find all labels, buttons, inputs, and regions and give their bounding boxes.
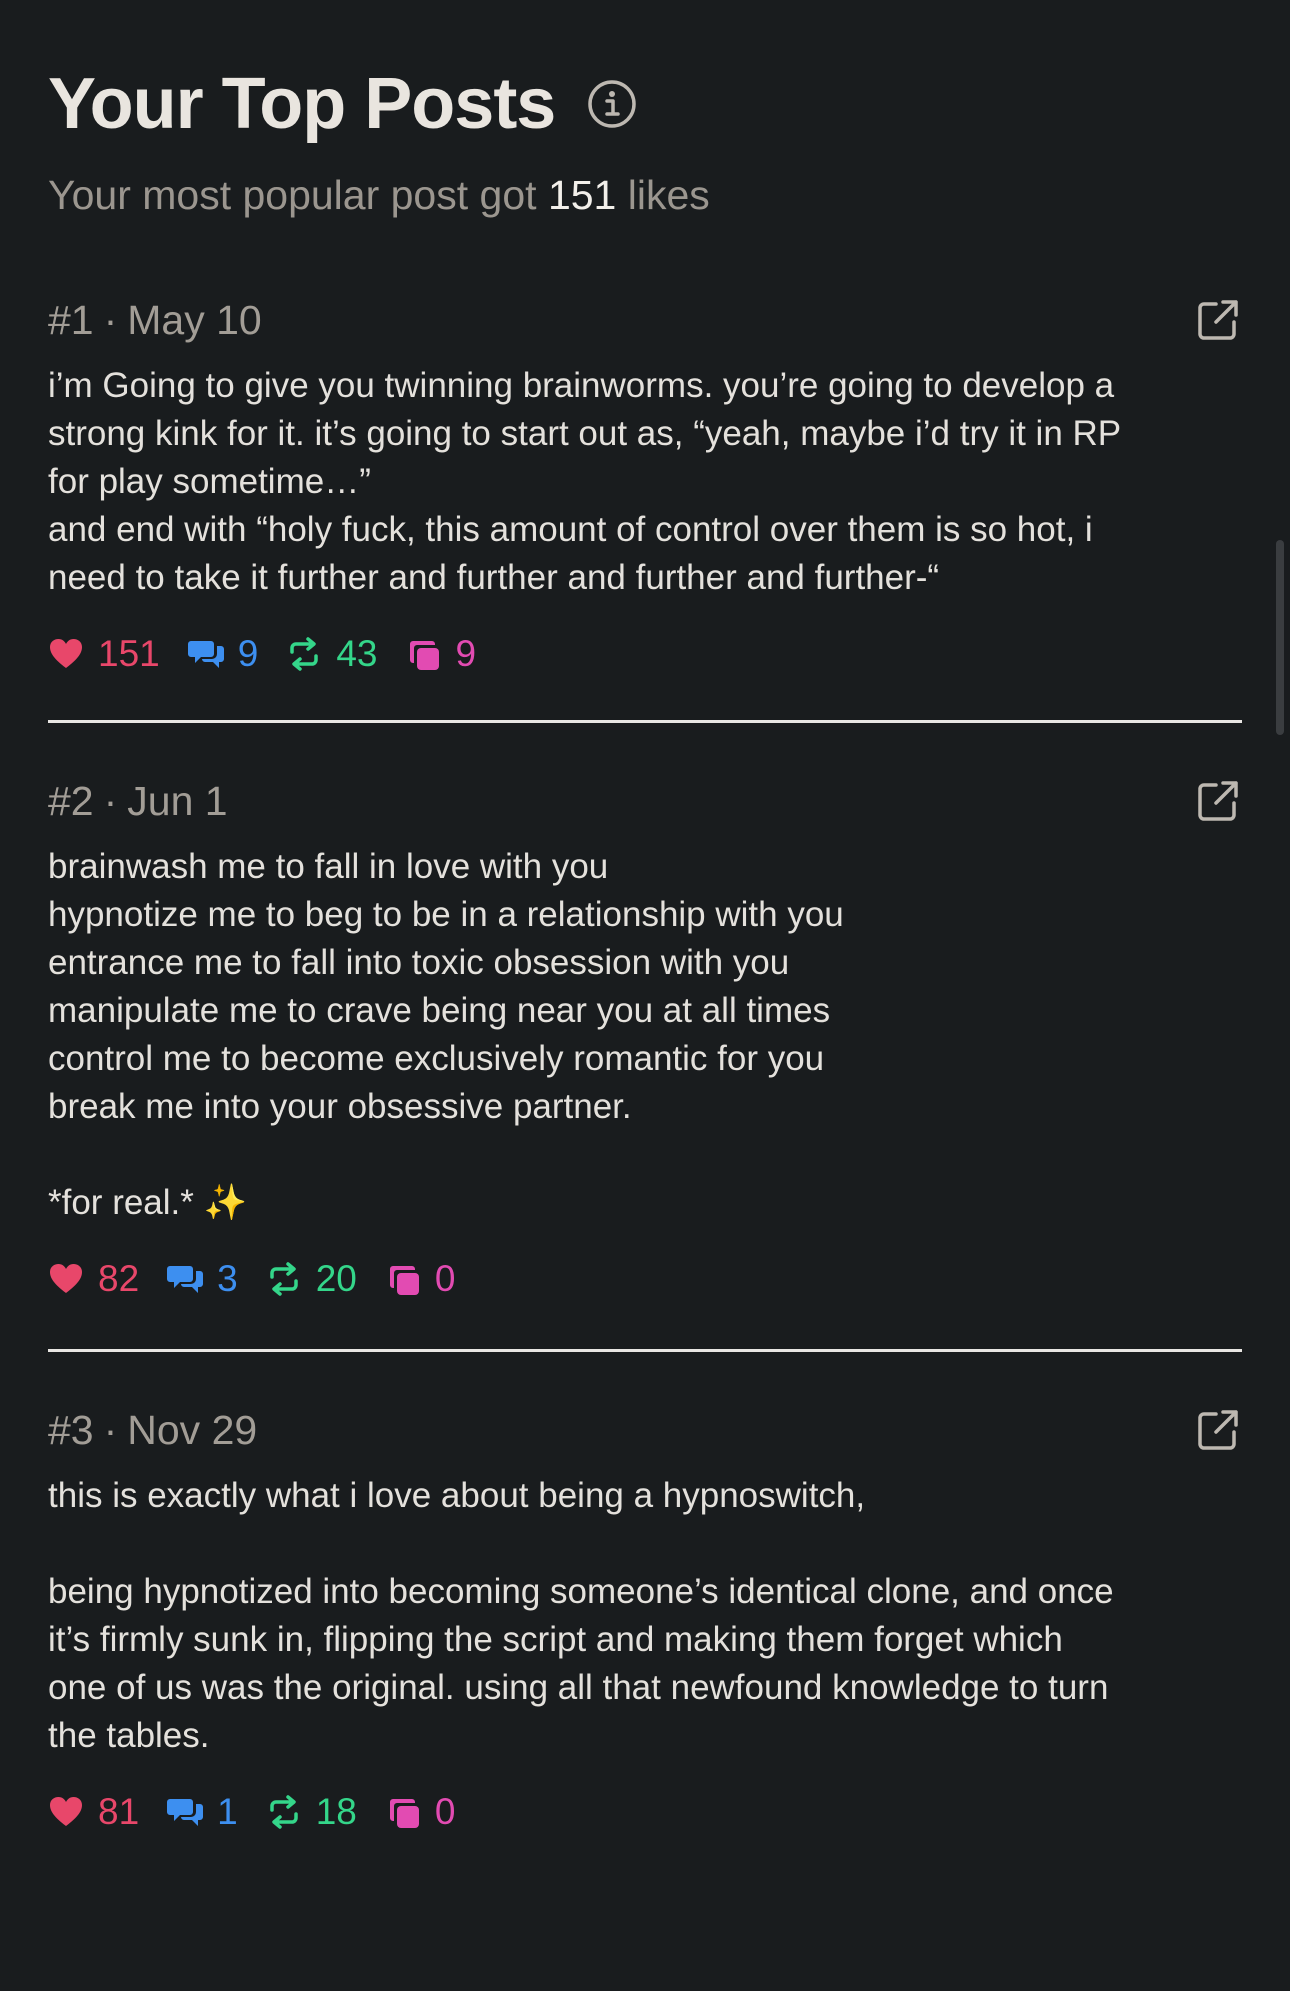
meta-separator: · — [103, 1406, 118, 1453]
post-rank: #2 — [48, 777, 94, 824]
reblog-icon — [269, 1262, 298, 1296]
post-date: Nov 29 — [127, 1406, 258, 1453]
subtitle-prefix: Your most popular post got — [48, 172, 537, 218]
post-card: #1 · May 10 i’m Going to give you twinning… — [48, 292, 1242, 678]
meta-separator: · — [103, 296, 118, 343]
post-divider — [48, 720, 1242, 723]
replies-stat[interactable]: 9 — [187, 633, 259, 675]
replies-stat[interactable]: 1 — [167, 1791, 238, 1833]
subtitle-suffix: likes — [627, 172, 710, 218]
likes-stat[interactable]: 81 — [48, 1791, 139, 1833]
quotes-stat[interactable]: 9 — [405, 633, 476, 675]
reblogs-count: 43 — [336, 633, 378, 674]
post-stats: 151 9 43 9 — [48, 630, 1242, 678]
reblogs-stat[interactable]: 20 — [266, 1258, 357, 1300]
external-link-icon[interactable] — [1196, 298, 1240, 342]
quotes-count: 9 — [455, 633, 477, 674]
post-card: #2 · Jun 1 brainwash me to fall in love wi… — [48, 773, 1242, 1303]
quotes-stat[interactable]: 0 — [385, 1791, 456, 1833]
post-header: #1 · May 10 — [48, 292, 1242, 348]
likes-count: 82 — [98, 1258, 140, 1299]
external-link-icon[interactable] — [1196, 779, 1240, 823]
heart-icon — [50, 1264, 82, 1293]
post-stats: 81 1 18 0 — [48, 1788, 1242, 1836]
post-meta: #1 · May 10 — [48, 297, 262, 344]
post-card: #3 · Nov 29 this is exactly what i love ab… — [48, 1402, 1242, 1836]
post-header: #3 · Nov 29 — [48, 1402, 1242, 1458]
scrollbar[interactable] — [1276, 540, 1284, 735]
post-body: i’m Going to give you twinning brainworm… — [48, 366, 1122, 597]
reblog-icon — [290, 637, 319, 671]
post-meta: #2 · Jun 1 — [48, 778, 228, 825]
replies-count: 1 — [217, 1791, 238, 1832]
post-header: #2 · Jun 1 — [48, 773, 1242, 829]
replies-icon — [167, 1799, 204, 1826]
reblog-icon — [269, 1795, 298, 1829]
likes-count: 81 — [98, 1791, 140, 1832]
heart-icon — [50, 639, 82, 668]
replies-stat[interactable]: 3 — [167, 1258, 238, 1300]
post-body: brainwash me to fall in love with you hy… — [48, 847, 844, 1222]
page-title: Your Top Posts — [48, 64, 556, 144]
reblogs-count: 18 — [315, 1791, 357, 1832]
quote-icon — [410, 641, 440, 670]
likes-stat[interactable]: 82 — [48, 1258, 139, 1300]
replies-icon — [167, 1266, 204, 1293]
header: Your Top Posts — [48, 62, 1242, 146]
subtitle: Your most popular post got 151 likes — [48, 170, 1242, 220]
quotes-stat[interactable]: 0 — [385, 1258, 456, 1300]
replies-count: 3 — [217, 1258, 238, 1299]
external-link-icon[interactable] — [1196, 1408, 1240, 1452]
quotes-count: 0 — [434, 1258, 456, 1299]
top-posts-page: Your Top Posts Your most popular post go… — [48, 0, 1242, 1836]
quote-icon — [389, 1799, 419, 1828]
subtitle-count: 151 — [547, 172, 617, 218]
post-date: May 10 — [127, 296, 262, 343]
reblogs-stat[interactable]: 43 — [286, 633, 377, 675]
meta-separator: · — [103, 777, 118, 824]
post-meta: #3 · Nov 29 — [48, 1407, 257, 1454]
post-rank: #1 — [48, 296, 94, 343]
heart-icon — [50, 1797, 82, 1826]
quotes-count: 0 — [434, 1791, 456, 1832]
likes-count: 151 — [98, 633, 160, 674]
post-divider — [48, 1349, 1242, 1352]
post-body: this is exactly what i love about being … — [48, 1476, 1114, 1755]
info-icon[interactable] — [587, 79, 637, 129]
likes-stat[interactable]: 151 — [48, 633, 160, 675]
reblogs-count: 20 — [315, 1258, 357, 1299]
replies-icon — [187, 641, 224, 668]
reblogs-stat[interactable]: 18 — [266, 1791, 357, 1833]
post-rank: #3 — [48, 1406, 94, 1453]
replies-count: 9 — [237, 633, 259, 674]
post-stats: 82 3 20 0 — [48, 1255, 1242, 1303]
post-date: Jun 1 — [127, 777, 228, 824]
quote-icon — [389, 1266, 419, 1295]
